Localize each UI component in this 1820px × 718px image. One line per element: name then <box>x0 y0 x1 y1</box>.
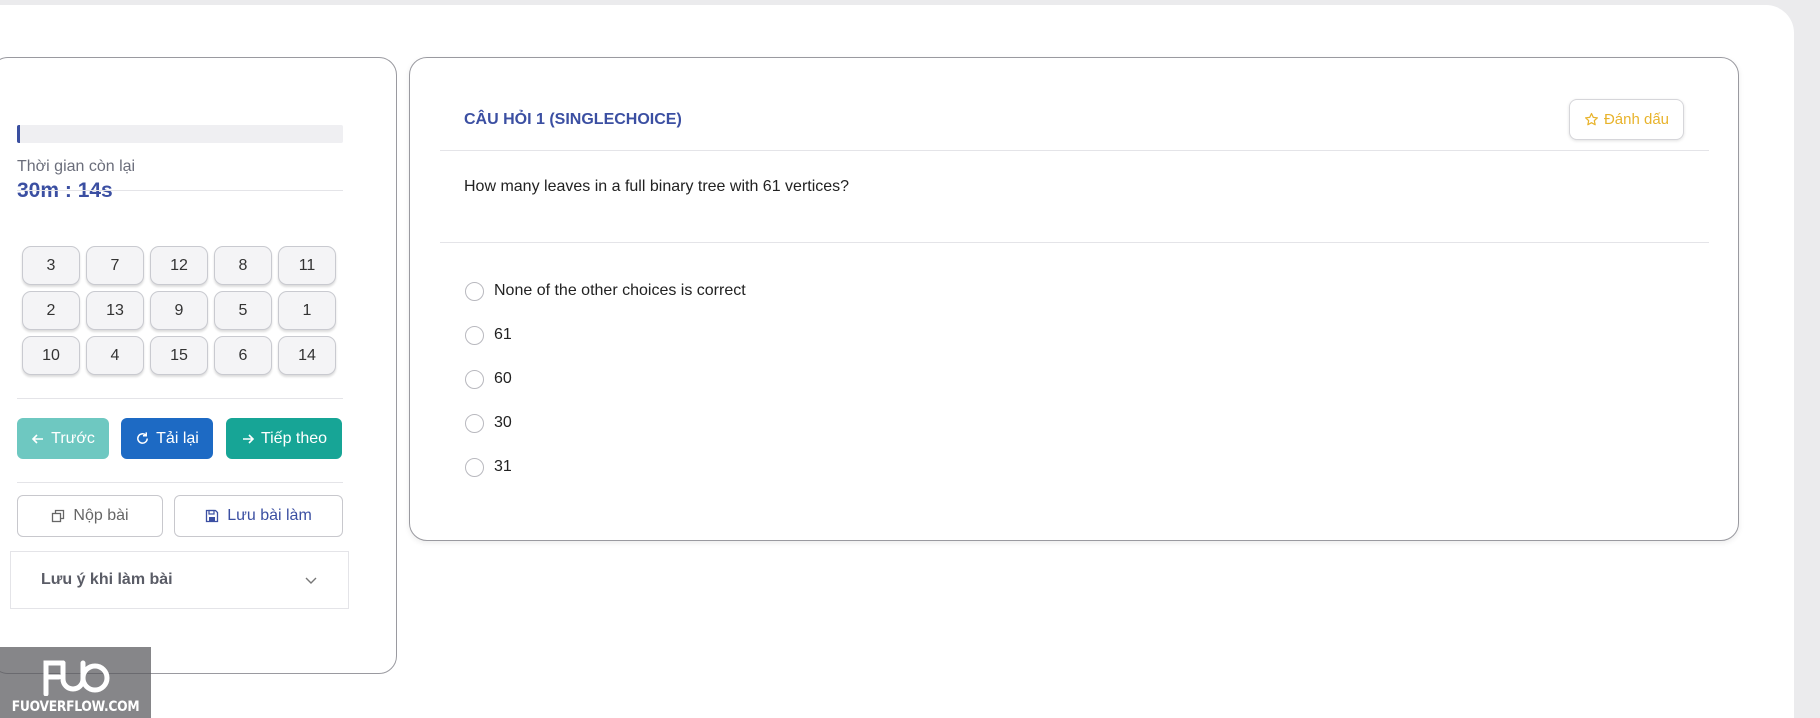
question-nav-button[interactable]: 4 <box>86 336 144 375</box>
question-nav-button[interactable]: 2 <box>22 291 80 330</box>
divider <box>440 242 1709 243</box>
next-button-label: Tiếp theo <box>260 429 328 447</box>
answer-option[interactable]: 61 <box>464 313 746 357</box>
answer-option[interactable]: 60 <box>464 357 746 401</box>
divider <box>440 150 1709 151</box>
watermark-logo: FUOVERFLOW.COM <box>0 647 151 718</box>
chevron-down-icon <box>305 577 317 584</box>
answer-option-label: None of the other choices is correct <box>494 282 746 299</box>
time-remaining-label: Thời gian còn lại <box>17 158 136 175</box>
bookmark-button-label: Đánh dấu <box>1603 111 1670 128</box>
refresh-icon <box>137 432 149 444</box>
question-nav-button[interactable]: 1 <box>278 291 336 330</box>
bookmark-button[interactable]: Đánh dấu <box>1569 99 1684 140</box>
radio-button[interactable] <box>465 369 484 389</box>
question-title: CÂU HỎI 1 (SINGLECHOICE) <box>464 111 682 128</box>
question-nav-button[interactable]: 3 <box>22 246 80 285</box>
exam-notes-label: Lưu ý khi làm bài <box>41 571 173 588</box>
next-button[interactable]: Tiếp theo <box>226 418 342 459</box>
answer-option[interactable]: 30 <box>464 401 746 445</box>
answer-option[interactable]: 31 <box>464 445 746 489</box>
reload-button-label: Tải lại <box>156 429 199 447</box>
question-nav-button[interactable]: 14 <box>278 336 336 375</box>
question-nav-button[interactable]: 8 <box>214 246 272 285</box>
answer-option-label: 60 <box>494 370 512 387</box>
submit-button[interactable]: Nộp bài <box>17 495 163 537</box>
question-nav-button[interactable]: 13 <box>86 291 144 330</box>
fuo-logo-icon <box>43 660 109 696</box>
divider <box>17 398 343 399</box>
time-progress-bar <box>17 125 343 143</box>
radio-button[interactable] <box>465 457 484 477</box>
question-nav-button[interactable]: 15 <box>150 336 208 375</box>
question-navigator: 3 7 12 8 11 2 13 9 5 1 10 4 15 6 14 <box>22 246 336 375</box>
radio-button[interactable] <box>465 413 484 433</box>
watermark-text: FUOVERFLOW.COM <box>11 699 140 715</box>
question-text: How many leaves in a full binary tree wi… <box>464 178 850 195</box>
answer-option-label: 61 <box>494 326 512 343</box>
star-icon <box>1584 112 1598 126</box>
divider <box>17 190 343 191</box>
radio-button[interactable] <box>465 281 484 301</box>
reload-button[interactable]: Tải lại <box>121 418 213 459</box>
submit-button-label: Nộp bài <box>73 507 129 524</box>
exam-sidebar: Thời gian còn lại 30m : 14s 3 7 12 8 11 … <box>0 57 397 674</box>
question-nav-button[interactable]: 9 <box>150 291 208 330</box>
answer-option[interactable]: None of the other choices is correct <box>464 269 746 313</box>
time-remaining-value: 30m : 14s <box>17 179 113 202</box>
prev-button[interactable]: Trước <box>17 418 109 459</box>
question-nav-button[interactable]: 7 <box>86 246 144 285</box>
question-nav-button[interactable]: 6 <box>214 336 272 375</box>
question-nav-button[interactable]: 10 <box>22 336 80 375</box>
save-button[interactable]: Lưu bài làm <box>174 495 343 537</box>
exam-notes-accordion[interactable]: Lưu ý khi làm bài <box>10 551 349 609</box>
copy-icon <box>52 509 65 523</box>
answer-options: None of the other choices is correct 61 … <box>464 269 746 489</box>
save-icon <box>206 509 219 523</box>
save-button-label: Lưu bài làm <box>227 507 312 524</box>
answer-option-label: 31 <box>494 458 512 475</box>
question-nav-button[interactable]: 11 <box>278 246 336 285</box>
answer-option-label: 30 <box>494 414 512 431</box>
question-nav-button[interactable]: 5 <box>214 291 272 330</box>
prev-button-label: Trước <box>51 429 95 447</box>
arrow-right-icon <box>242 433 255 444</box>
question-card: CÂU HỎI 1 (SINGLECHOICE) Đánh dấu How ma… <box>409 57 1739 541</box>
question-nav-button[interactable]: 12 <box>150 246 208 285</box>
radio-button[interactable] <box>465 325 484 345</box>
arrow-left-icon <box>32 433 44 444</box>
time-progress-fill <box>17 125 21 143</box>
divider <box>17 482 343 483</box>
